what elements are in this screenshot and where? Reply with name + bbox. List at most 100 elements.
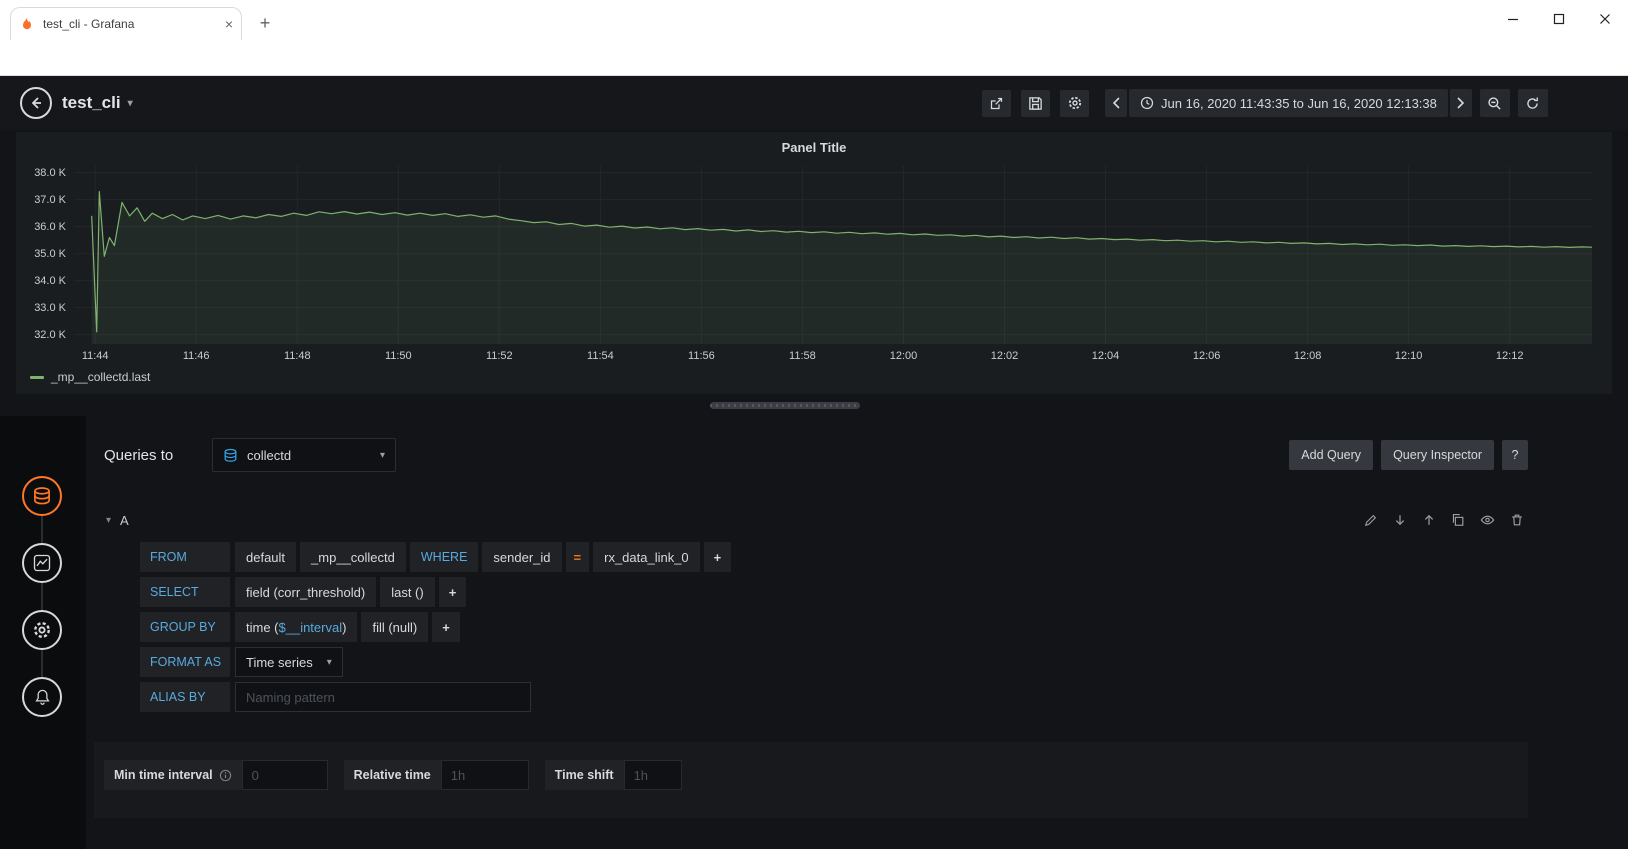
query-editor-section: Queries to collectd ▾ Add Query Query In… (86, 416, 1628, 849)
group-by-time-prefix: time ( (246, 620, 279, 635)
time-range-forward-button[interactable] (1450, 89, 1472, 117)
tab-close-icon[interactable]: × (225, 17, 233, 31)
query-options-card: Min time interval Relative time Time shi… (94, 742, 1528, 818)
svg-text:11:48: 11:48 (284, 350, 311, 362)
group-by-keyword: GROUP BY (140, 612, 230, 642)
select-row: SELECT field (corr_threshold) last () + (140, 577, 735, 607)
influx-query-rows: FROM default _mp__collectd WHERE sender_… (140, 542, 735, 717)
from-measurement-segment[interactable]: _mp__collectd (300, 542, 406, 572)
toggle-query-visibility-icon[interactable] (1480, 513, 1495, 527)
delete-query-icon[interactable] (1510, 513, 1524, 527)
add-condition-button[interactable]: + (704, 542, 732, 572)
select-keyword: SELECT (140, 577, 230, 607)
query-inspector-button[interactable]: Query Inspector (1381, 440, 1494, 470)
tab-queries[interactable] (22, 476, 62, 516)
move-query-up-icon[interactable] (1422, 513, 1436, 527)
format-as-row: FORMAT AS Time series ▾ (140, 647, 735, 677)
svg-text:12:10: 12:10 (1395, 350, 1423, 362)
query-row-header: ▾ A (94, 504, 1528, 536)
settings-button[interactable] (1060, 90, 1089, 117)
panel-title[interactable]: Panel Title (16, 140, 1612, 155)
gear-icon (32, 620, 52, 640)
tab-general[interactable] (22, 610, 62, 650)
navbar-actions: Jun 16, 2020 11:43:35 to Jun 16, 2020 12… (982, 89, 1548, 117)
svg-text:11:46: 11:46 (183, 350, 210, 362)
help-button[interactable]: ? (1502, 440, 1528, 470)
dashboard-title-dropdown[interactable]: test_cli ▾ (62, 76, 133, 130)
chevron-down-icon: ▾ (380, 450, 385, 461)
where-key-segment[interactable]: sender_id (482, 542, 561, 572)
svg-text:12:12: 12:12 (1496, 350, 1524, 362)
grafana-app: test_cli ▾ (0, 76, 1628, 849)
refresh-button[interactable] (1518, 89, 1548, 117)
time-range-picker[interactable]: Jun 16, 2020 11:43:35 to Jun 16, 2020 12… (1129, 89, 1448, 117)
time-range-back-button[interactable] (1105, 89, 1127, 117)
where-operator-segment[interactable]: = (566, 542, 590, 572)
group-by-fill-segment[interactable]: fill (null) (361, 612, 428, 642)
share-button[interactable] (982, 90, 1011, 117)
from-row: FROM default _mp__collectd WHERE sender_… (140, 542, 735, 572)
query-collapse-toggle[interactable]: ▾ A (94, 513, 129, 528)
zoom-out-button[interactable] (1480, 89, 1510, 117)
query-ref-id: A (120, 513, 129, 528)
svg-text:34.0 K: 34.0 K (34, 275, 66, 287)
chevron-down-icon: ▾ (327, 657, 332, 668)
clock-icon (1140, 96, 1154, 110)
datasource-name: collectd (247, 448, 291, 463)
duplicate-query-icon[interactable] (1451, 513, 1465, 527)
panel-resize-handle[interactable] (710, 402, 860, 409)
from-policy-segment[interactable]: default (235, 542, 296, 572)
window-maximize-button[interactable] (1536, 0, 1582, 38)
chart-legend[interactable]: _mp__collectd.last (30, 370, 150, 384)
time-range-label: Jun 16, 2020 11:43:35 to Jun 16, 2020 12… (1161, 96, 1437, 111)
svg-text:12:06: 12:06 (1193, 350, 1221, 362)
chevron-down-icon: ▾ (128, 98, 133, 109)
format-as-select[interactable]: Time series ▾ (235, 647, 343, 677)
move-query-down-icon[interactable] (1393, 513, 1407, 527)
tab-alert[interactable] (22, 677, 62, 717)
svg-text:37.0 K: 37.0 K (34, 194, 66, 206)
window-minimize-button[interactable] (1490, 0, 1536, 38)
svg-text:36.0 K: 36.0 K (34, 221, 66, 233)
alias-by-input[interactable] (235, 682, 531, 712)
timeseries-chart[interactable]: 11:4411:4611:4811:5011:5211:5411:5611:58… (22, 160, 1606, 366)
add-select-part-button[interactable]: + (439, 577, 467, 607)
svg-text:11:44: 11:44 (82, 350, 109, 362)
dashboard-title: test_cli (62, 93, 121, 113)
interval-variable: $__interval (279, 620, 343, 635)
edit-query-icon[interactable] (1364, 513, 1378, 527)
alias-by-keyword: ALIAS BY (140, 682, 230, 712)
select-aggregate-segment[interactable]: last () (380, 577, 435, 607)
format-as-keyword: FORMAT AS (140, 647, 230, 677)
from-keyword: FROM (140, 542, 230, 572)
relative-time-input[interactable] (441, 760, 529, 790)
window-close-button[interactable] (1582, 0, 1628, 38)
save-button[interactable] (1021, 90, 1050, 117)
svg-text:33.0 K: 33.0 K (34, 302, 66, 314)
time-shift-input[interactable] (624, 760, 682, 790)
browser-toolbar: localhost:3000/d/JCm6q0kMz/test_cli?from… (0, 40, 1628, 76)
where-value-segment[interactable]: rx_data_link_0 (593, 542, 700, 572)
legend-series-swatch (30, 376, 44, 379)
min-time-interval-input[interactable] (242, 760, 328, 790)
query-options-row: Min time interval Relative time Time shi… (104, 760, 682, 790)
where-keyword: WHERE (410, 542, 479, 572)
group-by-time-segment[interactable]: time ($__interval) (235, 612, 357, 642)
add-group-by-button[interactable]: + (432, 612, 460, 642)
datasource-icon-small (223, 448, 238, 463)
datasource-icon (32, 486, 52, 506)
tab-title: test_cli - Grafana (43, 17, 217, 31)
query-row-actions (1364, 513, 1528, 527)
window-controls (1490, 0, 1628, 38)
back-to-dashboard-button[interactable] (20, 87, 52, 119)
format-as-value: Time series (246, 655, 313, 670)
tab-visualization[interactable] (22, 543, 62, 583)
new-tab-button[interactable]: + (252, 10, 278, 36)
datasource-picker[interactable]: collectd ▾ (212, 438, 396, 472)
info-icon (219, 769, 232, 782)
select-field-segment[interactable]: field (corr_threshold) (235, 577, 376, 607)
relative-time-text: Relative time (354, 768, 431, 782)
add-query-button[interactable]: Add Query (1289, 440, 1373, 470)
legend-series-label[interactable]: _mp__collectd.last (51, 370, 150, 384)
browser-tab[interactable]: test_cli - Grafana × (10, 7, 242, 40)
